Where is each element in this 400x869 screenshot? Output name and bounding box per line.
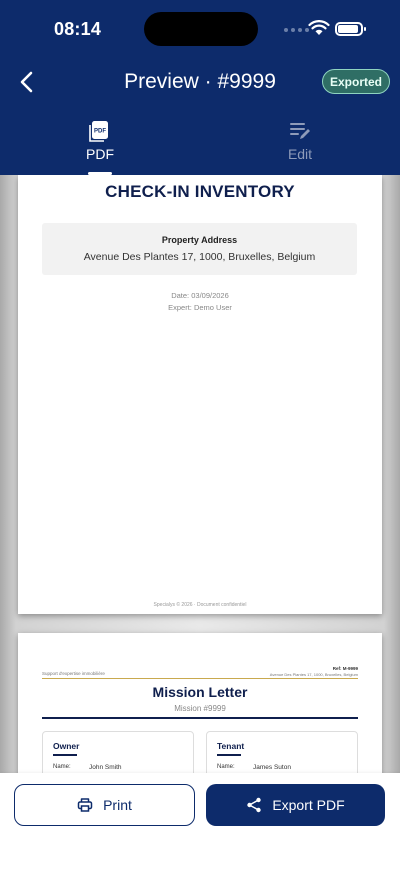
pdf-page-1: CHECK-IN INVENTORY Property Address Aven… [18,175,382,614]
dynamic-island [144,12,258,46]
nav-bar: Preview · #9999 Exported [0,60,400,104]
mission-letter-title: Mission Letter [152,684,248,700]
tab-edit[interactable]: Edit [200,116,400,175]
owner-name-label: Name: [53,764,71,770]
property-address-box: Property Address Avenue Des Plantes 17, … [42,223,357,275]
status-badge: Exported [322,69,390,94]
page-header-left: Support d'expertise immobilière [42,671,105,676]
tenant-card: Tenant Name: James Suton [206,731,358,773]
pdf-icon: PDF [89,121,108,142]
battery-icon [335,22,366,36]
svg-text:PDF: PDF [94,129,106,135]
export-label: Export PDF [272,797,345,813]
print-label: Print [103,797,132,813]
view-tabs: PDF PDF Edit [0,116,400,175]
tenant-title: Tenant [217,741,245,751]
cellular-signal-icon [284,28,309,32]
document-expert: Expert: Demo User [168,303,232,312]
share-icon [247,797,262,813]
tab-edit-label: Edit [287,146,313,162]
address-label: Property Address [161,235,238,245]
owner-name: John Smith [89,764,122,771]
edit-icon [290,123,310,139]
action-bar: Print Export PDF [0,773,400,869]
status-time: 08:14 [54,19,102,39]
page-reference-address: Avenue Des Plantes 17, 1000, Bruxelles, … [269,672,358,677]
tab-pdf[interactable]: PDF PDF [0,116,200,175]
owner-title: Owner [53,741,80,751]
export-pdf-button[interactable]: Export PDF [206,784,385,826]
pdf-page-2: Support d'expertise immobilière Ref: M-9… [18,633,382,773]
document-title: CHECK-IN INVENTORY [105,182,295,201]
mission-number: Mission #9999 [174,704,226,713]
printer-icon [77,798,93,812]
page-footer: Specialys © 2026 · Document confidentiel [153,602,247,608]
tab-pdf-label: PDF [86,146,114,162]
owner-title-underline [53,754,77,756]
tenant-title-underline [217,754,241,756]
print-button[interactable]: Print [14,784,195,826]
page-reference: Ref: M-9999 [332,666,358,671]
app-header: 08:14 Preview · #9999 Exported PDF PDF E… [0,0,400,175]
tenant-name-label: Name: [217,764,235,770]
address-value: Avenue Des Plantes 17, 1000, Bruxelles, … [83,251,316,263]
document-date: Date: 03/09/2026 [171,291,229,300]
tenant-name: James Suton [253,764,291,771]
pdf-preview[interactable]: CHECK-IN INVENTORY Property Address Aven… [0,175,400,773]
title-divider [42,717,358,719]
owner-card: Owner Name: John Smith [42,731,194,773]
wifi-icon [308,20,330,35]
status-bar: 08:14 [0,0,400,56]
header-divider [42,678,358,679]
